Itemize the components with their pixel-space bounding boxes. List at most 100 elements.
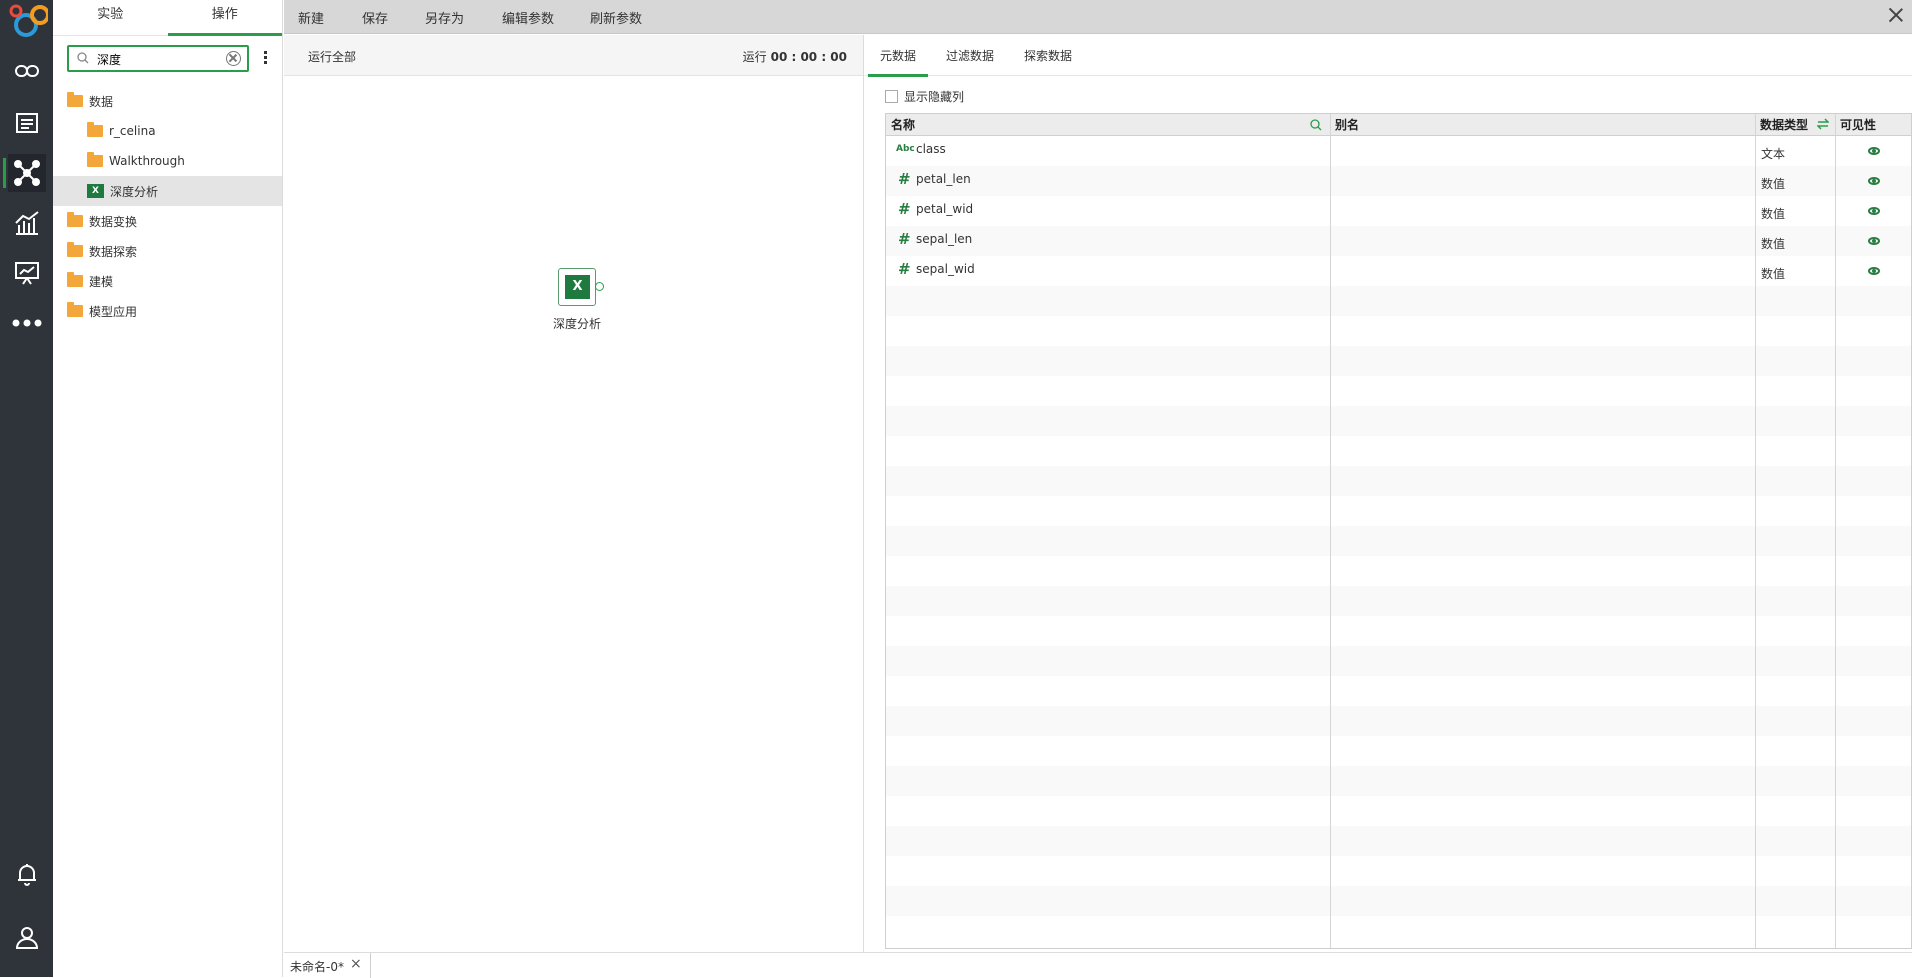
document-tabs: 未命名-0* × [284,952,1912,978]
empty-row [886,736,1911,766]
user-icon[interactable] [8,918,46,956]
run-label: 运行 [742,50,767,64]
tab-experiment[interactable]: 实验 [53,0,168,35]
run-time-value: 00 : 00 : 00 [770,50,847,64]
more-icon[interactable] [8,304,46,342]
visible-eye-icon[interactable] [1868,267,1880,275]
link-icon[interactable] [8,52,46,90]
table-row[interactable]: # sepal_len 数值 [886,226,1911,256]
operator-panel: 实验 操作 数据 r_celina Walkthrough X 深度分析 数据变… [53,0,283,977]
column-search-icon[interactable] [1310,119,1322,131]
tab-metadata[interactable]: 元数据 [867,47,929,77]
edit-params-button[interactable]: 编辑参数 [502,8,554,27]
new-button[interactable]: 新建 [298,8,324,27]
table-row[interactable]: Abc class 文本 [886,136,1911,166]
panel-menu-icon[interactable] [258,50,272,66]
column-divider [1835,114,1836,948]
column-type[interactable]: 数值 [1761,265,1785,282]
empty-row [886,286,1911,316]
empty-row [886,706,1911,736]
tab-explore-data[interactable]: 探索数据 [1024,47,1072,64]
header-visibility[interactable]: 可见性 [1835,114,1911,136]
show-hidden-columns-toggle[interactable]: 显示隐藏列 [885,88,964,105]
tree-folder-data-explore[interactable]: 数据探索 [53,236,282,266]
visible-eye-icon[interactable] [1868,147,1880,155]
column-type[interactable]: 数值 [1761,175,1785,192]
workflow-canvas[interactable]: 运行全部 运行 00 : 00 : 00 X 深度分析 [284,35,864,952]
number-type-icon: # [898,200,911,218]
visible-eye-icon[interactable] [1868,237,1880,245]
tree-folder-modeling[interactable]: 建模 [53,266,282,296]
swap-type-icon[interactable] [1817,118,1829,130]
search-icon [77,52,89,64]
header-data-type[interactable]: 数据类型 [1755,114,1835,136]
save-button[interactable]: 保存 [362,8,388,27]
number-type-icon: # [898,260,911,278]
tree-folder-data[interactable]: 数据 [53,86,282,116]
empty-row [886,826,1911,856]
empty-row [886,406,1911,436]
save-as-button[interactable]: 另存为 [425,8,464,27]
metadata-panel: 元数据 过滤数据 探索数据 显示隐藏列 名称 别名 数据类型 可见性 Abc c… [865,35,1912,952]
folder-icon [67,92,83,107]
empty-row [886,916,1911,946]
column-type[interactable]: 数值 [1761,205,1785,222]
empty-row [886,766,1911,796]
empty-row [886,436,1911,466]
list-icon[interactable] [8,104,46,142]
tree-item-label: 数据探索 [89,244,138,259]
folder-icon [87,122,103,137]
column-name: petal_wid [916,202,974,216]
header-alias[interactable]: 别名 [1330,114,1755,136]
table-row[interactable]: # petal_len 数值 [886,166,1911,196]
bell-icon[interactable] [8,855,46,893]
column-type[interactable]: 数值 [1761,235,1785,252]
header-name[interactable]: 名称 [886,114,1330,136]
workflow-node-deep-analysis[interactable]: X [558,268,604,306]
doc-tab-untitled[interactable]: 未命名-0* [290,958,344,975]
tree-item-label: r_celina [109,124,156,138]
tab-operation[interactable]: 操作 [167,0,283,36]
show-hidden-checkbox[interactable] [885,90,898,103]
empty-row [886,346,1911,376]
text-type-icon: Abc [896,144,915,154]
empty-row [886,496,1911,526]
empty-row [886,616,1911,646]
tab-filter-data[interactable]: 过滤数据 [946,47,994,64]
run-all-button[interactable]: 运行全部 [308,48,356,65]
number-type-icon: # [898,170,911,188]
tree-folder-data-transform[interactable]: 数据变换 [53,206,282,236]
table-row[interactable]: # petal_wid 数值 [886,196,1911,226]
empty-row [886,526,1911,556]
clear-search-icon[interactable] [226,51,241,66]
search-input[interactable] [97,50,217,68]
column-name: sepal_len [916,232,973,246]
node-output-port[interactable] [595,282,604,291]
chart-icon[interactable] [8,204,46,242]
tree-folder-walkthrough[interactable]: Walkthrough [53,146,282,176]
column-divider [1330,114,1331,948]
excel-icon: X [87,184,104,198]
tree-item-label: 深度分析 [110,184,159,199]
refresh-params-button[interactable]: 刷新参数 [590,8,642,27]
empty-row [886,856,1911,886]
folder-icon [67,212,83,227]
operator-tree: 数据 r_celina Walkthrough X 深度分析 数据变换 数据探索… [53,86,282,326]
show-hidden-label: 显示隐藏列 [904,90,965,104]
tree-folder-model-apply[interactable]: 模型应用 [53,296,282,326]
visible-eye-icon[interactable] [1868,207,1880,215]
column-type[interactable]: 文本 [1761,145,1785,162]
table-row[interactable]: # sepal_wid 数值 [886,256,1911,286]
presentation-icon[interactable] [8,254,46,292]
visible-eye-icon[interactable] [1868,177,1880,185]
tree-item-deep-analysis[interactable]: X 深度分析 [53,176,282,206]
column-name: class [916,142,946,156]
empty-row [886,466,1911,496]
close-icon[interactable] [1888,7,1904,23]
workflow-icon[interactable] [3,154,46,192]
tree-folder-r-celina[interactable]: r_celina [53,116,282,146]
folder-icon [67,272,83,287]
close-tab-icon[interactable]: × [350,956,362,972]
empty-row [886,556,1911,586]
folder-icon [67,242,83,257]
